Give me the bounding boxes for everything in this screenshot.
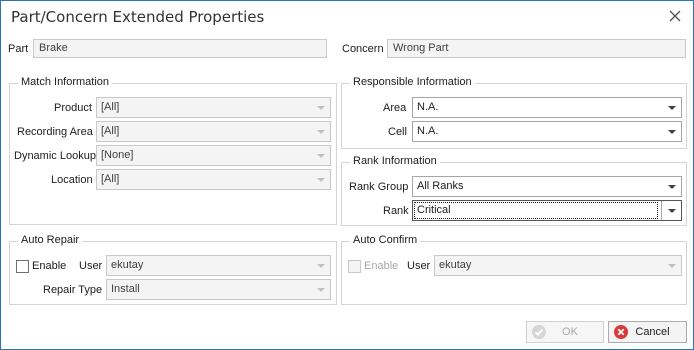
rank-label: Rank	[383, 205, 409, 217]
concern-label: Concern	[342, 43, 384, 55]
auto-repair-user-combo[interactable]: ekutay	[106, 255, 331, 276]
auto-confirm-enable-checkbox[interactable]	[348, 260, 361, 273]
location-value: [All]	[101, 173, 120, 185]
repair-type-dropdown-button[interactable]	[310, 280, 330, 299]
rank-information-title: Rank Information	[350, 155, 440, 167]
close-button[interactable]	[663, 5, 687, 27]
repair-type-value: Install	[111, 283, 140, 295]
chevron-down-icon	[667, 129, 676, 134]
rank-group-dropdown-button[interactable]	[661, 177, 681, 196]
match-information-title: Match Information	[18, 76, 113, 88]
auto-confirm-user-combo[interactable]: ekutay	[434, 255, 682, 276]
recording-area-combo[interactable]: [All]	[96, 121, 331, 142]
rank-group-label: Rank Group	[349, 181, 409, 193]
product-dropdown-button[interactable]	[310, 98, 330, 117]
cell-label: Cell	[388, 126, 407, 138]
product-value: [All]	[101, 101, 120, 113]
chevron-down-icon	[667, 184, 676, 189]
area-combo[interactable]: N.A.	[412, 97, 682, 118]
part-label: Part	[8, 43, 29, 55]
chevron-down-icon	[316, 153, 325, 158]
chevron-down-icon	[316, 263, 325, 268]
ok-button[interactable]: OK	[526, 321, 604, 343]
repair-type-label: Repair Type	[43, 284, 103, 296]
cancel-icon	[614, 325, 628, 339]
dynamic-lookup-value: [None]	[101, 149, 134, 161]
auto-repair-user-label: User	[79, 260, 103, 272]
rank-value: Critical	[414, 202, 658, 219]
chevron-down-icon	[667, 105, 676, 110]
part-field[interactable]: Brake	[33, 39, 327, 58]
product-combo[interactable]: [All]	[96, 97, 331, 118]
rank-dropdown-button[interactable]	[661, 201, 681, 220]
recording-area-value: [All]	[101, 125, 120, 137]
location-label: Location	[51, 174, 93, 186]
dialog-window: Part/Concern Extended Properties Part Br…	[0, 0, 694, 350]
auto-confirm-enable-label: Enable	[364, 260, 399, 272]
cell-combo[interactable]: N.A.	[412, 121, 682, 142]
auto-repair-enable-checkbox[interactable]	[16, 260, 29, 273]
auto-repair-user-dropdown-button[interactable]	[310, 256, 330, 275]
recording-area-label: Recording Area	[17, 126, 93, 138]
area-dropdown-button[interactable]	[661, 98, 681, 117]
concern-field[interactable]: Wrong Part	[387, 39, 686, 58]
area-value: N.A.	[417, 101, 439, 113]
cell-dropdown-button[interactable]	[661, 122, 681, 141]
auto-confirm-title: Auto Confirm	[350, 234, 421, 246]
repair-type-combo[interactable]: Install	[106, 279, 331, 300]
rank-combo[interactable]: Critical	[412, 200, 682, 221]
auto-repair-enable-label: Enable	[32, 260, 67, 272]
auto-repair-user-value: ekutay	[111, 259, 144, 271]
dialog-title: Part/Concern Extended Properties	[11, 8, 265, 26]
chevron-down-icon	[316, 177, 325, 182]
responsible-information-title: Responsible Information	[350, 76, 475, 88]
rank-group-value: All Ranks	[417, 180, 464, 192]
chevron-down-icon	[667, 208, 676, 213]
cancel-button-label: Cancel	[635, 326, 670, 338]
recording-area-dropdown-button[interactable]	[310, 122, 330, 141]
location-combo[interactable]: [All]	[96, 169, 331, 190]
rank-group-combo[interactable]: All Ranks	[412, 176, 682, 197]
area-label: Area	[383, 102, 407, 114]
auto-confirm-user-dropdown-button[interactable]	[661, 256, 681, 275]
dynamic-lookup-dropdown-button[interactable]	[310, 146, 330, 165]
dynamic-lookup-label: Dynamic Lookup	[14, 150, 96, 162]
chevron-down-icon	[316, 129, 325, 134]
dynamic-lookup-combo[interactable]: [None]	[96, 145, 331, 166]
location-dropdown-button[interactable]	[310, 170, 330, 189]
chevron-down-icon	[667, 263, 676, 268]
auto-confirm-user-label: User	[407, 260, 431, 272]
auto-repair-title: Auto Repair	[18, 234, 83, 246]
chevron-down-icon	[316, 105, 325, 110]
close-icon	[669, 10, 681, 22]
ok-button-label: OK	[562, 326, 578, 338]
cancel-button[interactable]: Cancel	[608, 321, 687, 343]
product-label: Product	[54, 102, 92, 114]
cell-value: N.A.	[417, 125, 439, 137]
check-circle-icon	[532, 325, 546, 339]
auto-confirm-user-value: ekutay	[439, 259, 472, 271]
chevron-down-icon	[316, 287, 325, 292]
